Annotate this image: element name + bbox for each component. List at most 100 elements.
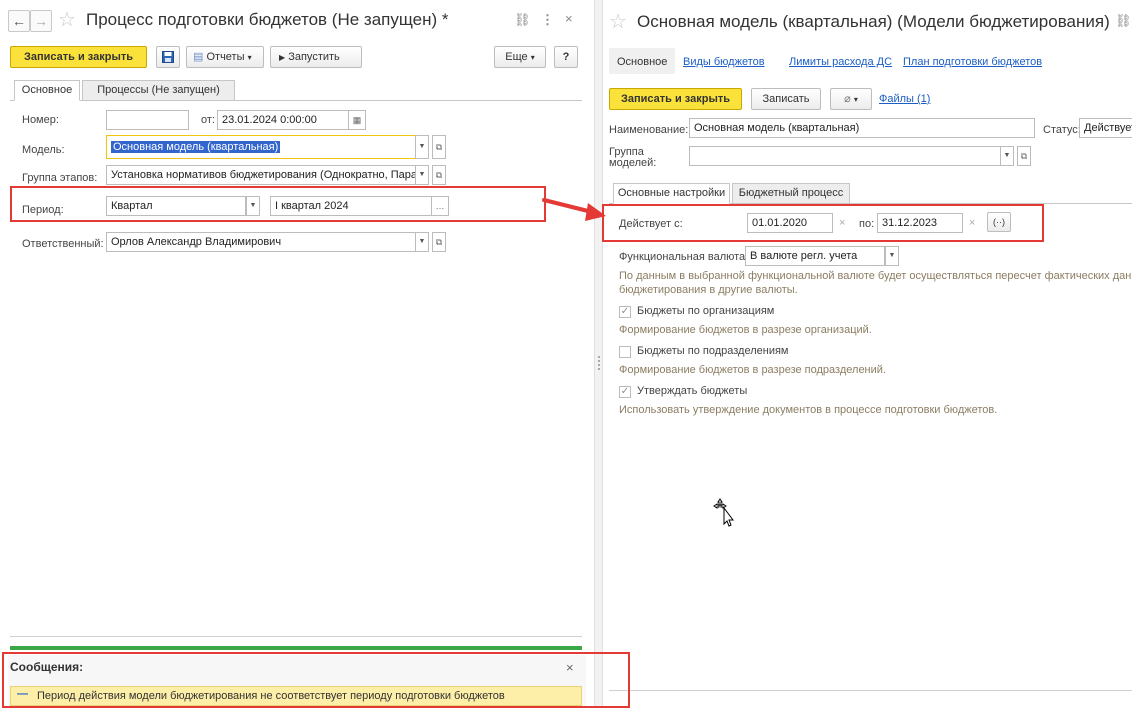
group-open-button[interactable]: ⧉ [1017, 146, 1031, 166]
window-title: Основная модель (квартальная) (Модели бю… [637, 12, 1110, 31]
responsible-open-button[interactable]: ⧉ [432, 232, 446, 252]
arrow-right-icon: → [34, 13, 48, 29]
right-window: ☆ Основная модель (квартальная) (Модели … [603, 0, 1132, 706]
more-menu-icon[interactable]: ⋮ [541, 12, 554, 28]
model-open-button[interactable]: ⧉ [432, 135, 446, 159]
number-label: Номер: [22, 114, 59, 126]
date-input[interactable]: 23.01.2024 0:00:00 [217, 110, 349, 130]
link-icon[interactable]: ⛓ [514, 12, 531, 28]
validity-highlight-box [602, 204, 1044, 242]
period-highlight-box [10, 186, 546, 222]
status-input[interactable]: Действует [1079, 118, 1132, 138]
open-form-icon: ⧉ [435, 237, 443, 247]
by-dept-hint: Формирование бюджетов в разрезе подразде… [619, 364, 886, 376]
move-cursor-icon [713, 498, 734, 527]
arrow-left-icon: ← [12, 13, 26, 29]
reports-button[interactable]: ▤ Отчеты ▾ [186, 46, 264, 68]
by-dept-checkbox[interactable] [619, 346, 631, 358]
approve-hint: Использовать утверждение документов в пр… [619, 404, 998, 416]
model-dropdown-button[interactable]: ▼ [415, 135, 429, 159]
chevron-down-icon: ▾ [853, 95, 858, 104]
save-button[interactable]: Записать [751, 88, 821, 110]
favorite-star-icon[interactable]: ☆ [58, 10, 76, 30]
calendar-button[interactable]: ▦ [348, 110, 366, 130]
divider [10, 636, 582, 637]
favorite-star-icon[interactable]: ☆ [609, 12, 627, 32]
group-input[interactable] [689, 146, 1001, 166]
stage-group-open-button[interactable]: ⧉ [432, 165, 446, 185]
bottom-divider [609, 690, 1132, 691]
model-input[interactable]: Основная модель (квартальная) [106, 135, 416, 159]
nav-budget-types[interactable]: Виды бюджетов [683, 56, 765, 68]
help-button[interactable]: ? [554, 46, 578, 68]
messages-highlight-box [2, 652, 630, 708]
chevron-down-icon: ▼ [888, 252, 896, 259]
by-org-hint: Формирование бюджетов в разрезе организа… [619, 324, 872, 336]
pane-splitter[interactable] [594, 0, 603, 706]
run-button[interactable]: ▶ Запустить [270, 46, 362, 68]
left-window: ← → ☆ Процесс подготовки бюджетов (Не за… [0, 0, 594, 706]
reports-label: Отчеты [206, 51, 245, 63]
chevron-down-icon: ▼ [418, 171, 426, 178]
tab-main[interactable]: Основное [14, 80, 80, 101]
open-form-icon: ⧉ [435, 142, 443, 152]
save-and-close-button[interactable]: Записать и закрыть [10, 46, 147, 68]
window-title: Процесс подготовки бюджетов (Не запущен)… [86, 10, 449, 29]
attach-button[interactable]: ⌀ ▾ [830, 88, 872, 110]
date-label: от: [201, 114, 215, 126]
name-label: Наименование: [609, 124, 689, 136]
responsible-input[interactable]: Орлов Александр Владимирович [106, 232, 416, 252]
paperclip-icon: ⌀ [844, 93, 851, 105]
files-link[interactable]: Файлы (1) [879, 93, 930, 105]
approve-checkbox[interactable]: ✓ [619, 386, 631, 398]
status-label: Статус: [1043, 124, 1081, 136]
save-icon-button[interactable] [156, 46, 180, 68]
more-label: Еще [505, 51, 528, 63]
play-icon: ▶ [279, 53, 286, 62]
model-value: Основная модель (квартальная) [111, 141, 281, 153]
stage-group-input[interactable]: Установка нормативов бюджетирования (Одн… [106, 165, 416, 185]
responsible-dropdown-button[interactable]: ▼ [415, 232, 429, 252]
number-input[interactable] [106, 110, 189, 130]
model-label: Модель: [22, 144, 65, 156]
currency-hint-line2: бюджетирования в другие валюты. [619, 284, 798, 296]
by-org-label: Бюджеты по организациям [637, 305, 775, 317]
tab-basic-settings[interactable]: Основные настройки [613, 183, 730, 204]
tab-budget-process[interactable]: Бюджетный процесс [732, 183, 850, 204]
nav-cash-limits[interactable]: Лимиты расхода ДС [789, 56, 892, 68]
chevron-down-icon: ▾ [247, 53, 252, 62]
arrow-annotation-icon [542, 198, 606, 221]
save-and-close-button[interactable]: Записать и закрыть [609, 88, 742, 110]
close-icon[interactable]: × [565, 11, 573, 27]
chevron-down-icon: ▼ [418, 238, 426, 245]
more-button[interactable]: Еще ▾ [494, 46, 546, 68]
floppy-disk-icon [162, 51, 174, 63]
stage-group-dropdown-button[interactable]: ▼ [415, 165, 429, 185]
chevron-down-icon: ▼ [418, 143, 426, 150]
back-button[interactable]: ← [8, 10, 30, 32]
stage-group-label: Группа этапов: [22, 172, 98, 184]
by-org-checkbox[interactable]: ✓ [619, 306, 631, 318]
currency-input[interactable]: В валюте регл. учета [745, 246, 885, 266]
nav-main[interactable]: Основное [617, 56, 667, 68]
progress-line [10, 646, 582, 650]
group-dropdown-button[interactable]: ▼ [1000, 146, 1014, 166]
checkmark-icon: ✓ [620, 306, 630, 317]
open-form-icon: ⧉ [435, 170, 443, 180]
name-input[interactable]: Основная модель (квартальная) [689, 118, 1035, 138]
currency-label: Функциональная валюта: [619, 251, 749, 263]
group-label-line2: моделей: [609, 157, 657, 169]
by-dept-label: Бюджеты по подразделениям [637, 345, 789, 357]
currency-dropdown-button[interactable]: ▼ [885, 246, 899, 266]
link-icon[interactable]: ⛓ [1115, 13, 1132, 29]
currency-hint-line1: По данным в выбранной функциональной вал… [619, 270, 1132, 282]
tab-processes[interactable]: Процессы (Не запущен) [82, 80, 235, 101]
report-icon: ▤ [193, 51, 204, 63]
approve-label: Утверждать бюджеты [637, 385, 748, 397]
nav-budget-plan[interactable]: План подготовки бюджетов [903, 56, 1042, 68]
forward-button[interactable]: → [30, 10, 52, 32]
group-label: Группа моделей: [609, 147, 656, 169]
chevron-down-icon: ▾ [530, 53, 535, 62]
calendar-icon: ▦ [352, 115, 362, 125]
open-form-icon: ⧉ [1020, 151, 1028, 161]
